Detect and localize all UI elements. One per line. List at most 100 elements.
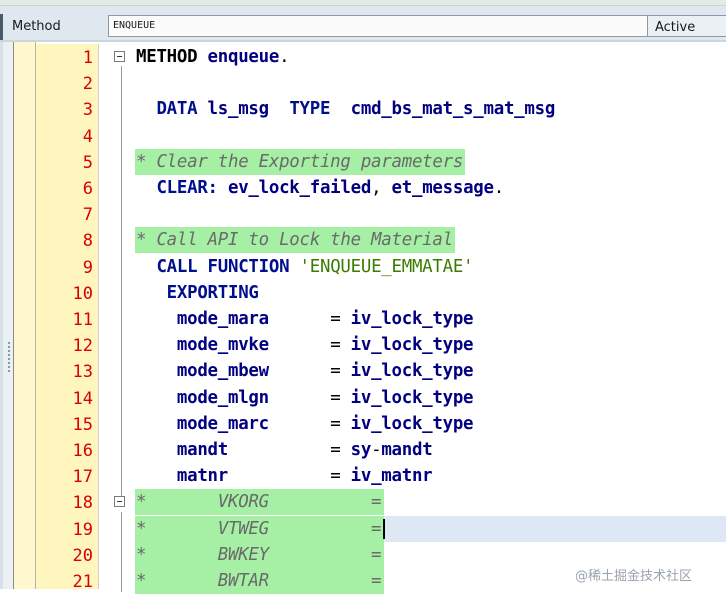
line-number: 18 — [72, 493, 93, 514]
code-token: iv_matnr — [350, 466, 433, 487]
code-line[interactable]: 2 — [36, 70, 726, 96]
code-line[interactable]: 14 mode_mlgn = iv_lock_type — [36, 385, 726, 411]
comment-text: * BWTAR = — [136, 571, 382, 591]
line-number: 1 — [82, 48, 93, 68]
code-line[interactable]: 15 mode_marc = iv_lock_type — [36, 411, 726, 437]
splitter[interactable] — [3, 42, 13, 589]
code-token: * VKORG = — [136, 492, 382, 513]
header-marker — [0, 14, 3, 40]
line-number: 9 — [82, 257, 93, 278]
code-line[interactable]: 3 DATA ls_msg TYPE cmd_bs_mat_s_mat_msg — [36, 96, 726, 122]
line-number: 11 — [72, 310, 93, 330]
code-line[interactable]: 7 — [36, 201, 726, 227]
object-type-label: Method — [12, 19, 61, 34]
code-line[interactable]: 11 mode_mara = iv_lock_type — [36, 306, 726, 332]
code-line[interactable]: 18 * VKORG = — [36, 489, 726, 516]
code-text: CLEAR: ev_lock_failed, et_message. — [136, 178, 504, 198]
code-token: = — [330, 387, 351, 408]
code-token: iv_lock_type — [350, 387, 474, 408]
code-token: enqueue — [207, 47, 280, 67]
line-number: 13 — [72, 362, 93, 383]
code-text: EXPORTING — [136, 283, 259, 303]
code-token: EXPORTING — [136, 282, 259, 303]
code-text: mode_marc = iv_lock_type — [136, 413, 474, 434]
code-token: ev_lock_failed — [227, 178, 372, 198]
code-token: mode_marc — [136, 413, 331, 434]
code-token: . — [493, 178, 504, 198]
code-token: iv_lock_type — [350, 361, 474, 382]
code-line[interactable]: 6 CLEAR: ev_lock_failed, et_message. — [36, 175, 726, 201]
code-line[interactable]: 19 * VTWEG = — [36, 515, 726, 542]
code-token: sy — [350, 440, 372, 460]
text-cursor — [382, 518, 385, 539]
code-line[interactable]: 16 mandt = sy-mandt — [36, 437, 726, 463]
code-token: , — [371, 178, 392, 198]
toolbar-edge — [0, 0, 726, 6]
code-token: mandt — [381, 440, 433, 460]
line-number: 2 — [82, 74, 93, 95]
code-token: * BWTAR = — [136, 571, 382, 591]
comment-text: * VTWEG = — [136, 518, 382, 539]
watermark: @稀土掘金技术社区 — [575, 569, 693, 584]
comment-text: * VKORG = — [136, 492, 382, 513]
code-line[interactable]: 17 matnr = iv_matnr — [36, 463, 726, 489]
code-token: mode_mvke — [136, 335, 331, 356]
code-token: TYPE — [289, 99, 351, 120]
code-token: mode_mara — [136, 309, 331, 329]
method-name-field[interactable]: ENQUEUE — [108, 15, 648, 37]
code-text: mode_mlgn = iv_lock_type — [136, 387, 474, 408]
code-token: et_message — [391, 178, 494, 198]
code-text: DATA ls_msg TYPE cmd_bs_mat_s_mat_msg — [136, 99, 555, 119]
collapse-block-icon[interactable] — [114, 496, 125, 508]
code-token: = — [330, 413, 351, 434]
code-token: 'ENQUEUE_EMMATAE' — [299, 256, 474, 277]
code-token: * Clear the Exporting parameters — [136, 151, 464, 172]
code-editor[interactable]: 1 METHOD enqueue. 2 3 DATA ls_msg TYPE cmd_… — [36, 44, 726, 594]
code-text: CALL FUNCTION 'ENQUEUE_EMMATAE' — [136, 257, 473, 277]
line-number: 7 — [82, 205, 93, 226]
code-token: cmd_bs_mat_s_mat_msg — [350, 99, 556, 120]
code-line[interactable]: 10 EXPORTING — [36, 280, 726, 306]
line-number: 15 — [72, 414, 93, 435]
line-number: 21 — [72, 572, 93, 592]
code-line[interactable]: 8 * Call API to Lock the Material — [36, 227, 726, 254]
code-line[interactable]: 4 — [36, 123, 726, 149]
code-token: CLEAR: — [136, 178, 228, 198]
code-text: mandt = sy-mandt — [136, 440, 433, 460]
code-line[interactable]: 1 METHOD enqueue. — [36, 44, 726, 70]
comment-text: * BWKEY = — [136, 544, 382, 565]
code-token: = — [330, 440, 351, 460]
code-token: iv_lock_type — [350, 309, 474, 329]
method-header-bar: Method ENQUEUE Active — [0, 0, 726, 40]
code-text: mode_mbew = iv_lock_type — [136, 361, 474, 382]
code-line[interactable]: 13 mode_mbew = iv_lock_type — [36, 358, 726, 384]
line-number: 17 — [72, 467, 93, 488]
code-token: * VTWEG = — [136, 518, 382, 539]
line-number: 10 — [72, 283, 93, 304]
code-token: iv_lock_type — [350, 413, 474, 434]
code-token: . — [279, 47, 290, 67]
code-token: = — [330, 309, 351, 329]
code-line[interactable]: 20 * BWKEY = — [36, 541, 726, 568]
line-number: 16 — [72, 441, 93, 461]
splitter-grip-icon[interactable] — [8, 342, 12, 372]
code-text: matnr = iv_matnr — [136, 466, 433, 487]
code-line[interactable]: 9 CALL FUNCTION 'ENQUEUE_EMMATAE' — [36, 254, 726, 280]
code-token: * Call API to Lock the Material — [136, 230, 453, 251]
code-token: * BWKEY = — [136, 544, 382, 565]
collapse-block-icon[interactable] — [114, 51, 125, 62]
code-token: CALL FUNCTION — [136, 256, 300, 277]
code-token: = — [330, 361, 351, 382]
header-divider — [0, 40, 726, 42]
code-token: DATA — [136, 99, 208, 120]
line-number: 5 — [82, 152, 93, 173]
code-line[interactable]: 5 * Clear the Exporting parameters — [36, 148, 726, 175]
code-line[interactable]: 12 mode_mvke = iv_lock_type — [36, 332, 726, 358]
code-token: mandt — [136, 440, 331, 460]
line-number: 4 — [82, 126, 93, 147]
code-text: METHOD enqueue. — [136, 47, 290, 67]
code-text: mode_mvke = iv_lock_type — [136, 335, 474, 356]
breakpoint-column[interactable] — [13, 42, 36, 589]
code-token: METHOD — [136, 47, 208, 67]
line-number: 19 — [72, 519, 93, 540]
